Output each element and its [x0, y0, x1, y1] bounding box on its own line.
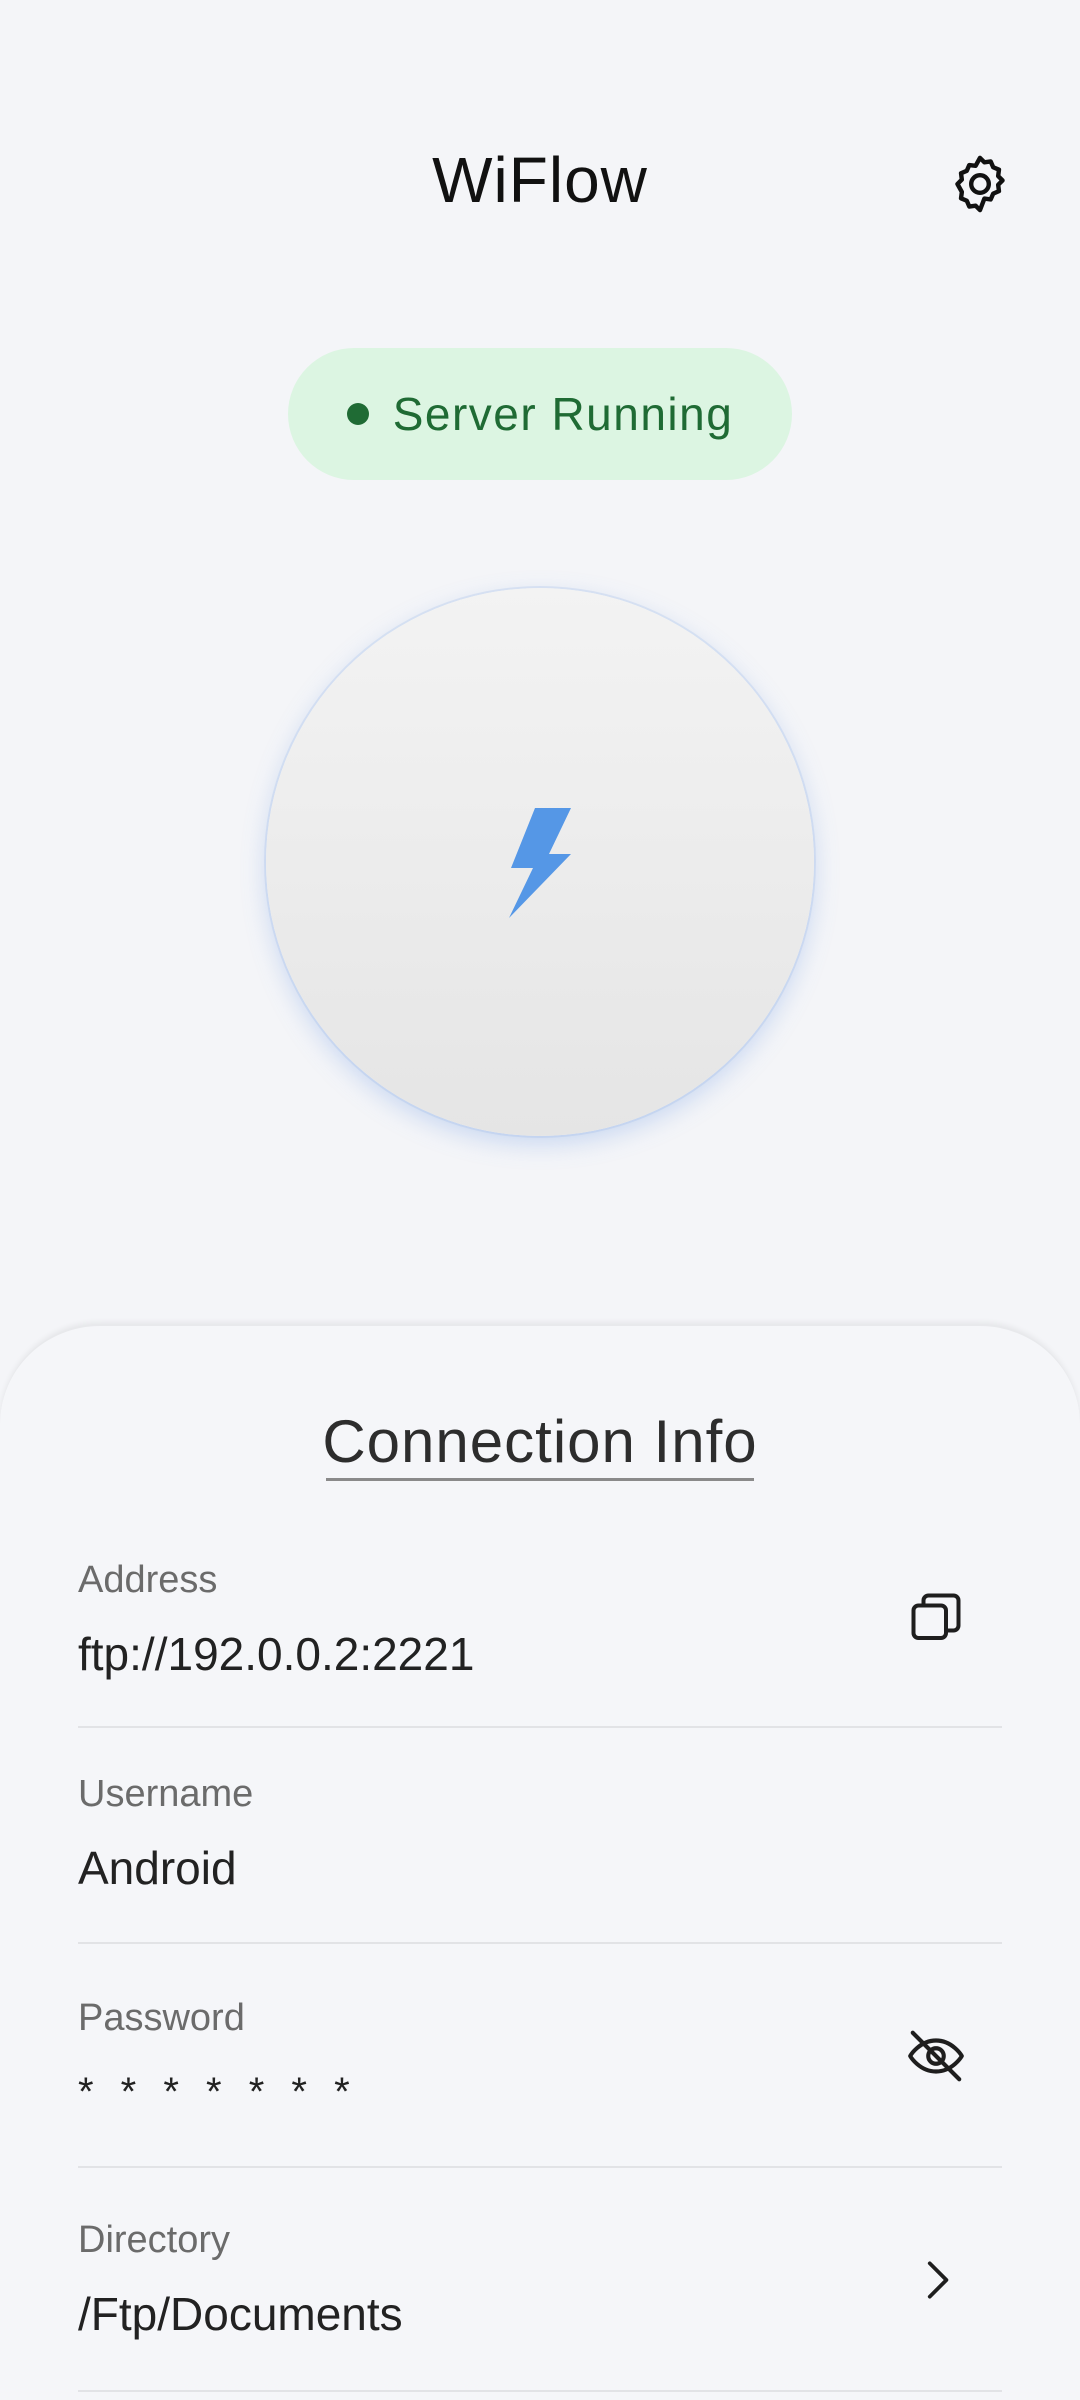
password-label: Password: [78, 1997, 245, 2039]
password-row: Password * * * * * * *: [78, 1994, 1002, 2120]
row-divider: [78, 2166, 1002, 2168]
row-divider: [78, 1942, 1002, 1944]
title-underline: [326, 1478, 754, 1481]
row-divider: [78, 1726, 1002, 1728]
connection-info-title: Connection Info: [322, 1408, 758, 1475]
open-directory-button[interactable]: [892, 2236, 980, 2324]
lightning-bolt-icon: [509, 808, 571, 918]
directory-row[interactable]: Directory /Ftp/Documents: [78, 2216, 1002, 2342]
eye-off-icon: [908, 2030, 964, 2082]
app-screen: WiFlow Server Running Connection Info Ad…: [0, 0, 1080, 2400]
address-label: Address: [78, 1559, 218, 1601]
username-row: Username Android: [78, 1770, 1002, 1896]
copy-address-button[interactable]: [892, 1574, 980, 1662]
status-dot: [346, 403, 369, 425]
gear-icon: [955, 155, 1005, 213]
row-divider: [78, 2390, 1002, 2392]
chevron-right-icon: [927, 2261, 949, 2299]
connection-info-sheet: Connection Info Address ftp://192.0.0.2:…: [0, 1324, 1080, 2400]
app-title: WiFlow: [432, 144, 648, 216]
username-label: Username: [78, 1773, 254, 1815]
address-value: ftp://192.0.0.2:2221: [78, 1628, 475, 1680]
server-status-badge: Server Running: [288, 348, 792, 480]
address-row: Address ftp://192.0.0.2:2221: [78, 1556, 1002, 1682]
copy-icon: [911, 1593, 961, 1640]
directory-value: /Ftp/Documents: [78, 2288, 403, 2340]
password-value: * * * * * * *: [78, 2070, 358, 2114]
server-toggle-button[interactable]: [266, 588, 814, 1136]
server-status-text: Server Running: [392, 388, 734, 440]
directory-label: Directory: [78, 2219, 231, 2261]
settings-button[interactable]: [936, 140, 1024, 228]
toggle-password-visibility-button[interactable]: [892, 2012, 980, 2100]
username-value: Android: [78, 1842, 237, 1894]
